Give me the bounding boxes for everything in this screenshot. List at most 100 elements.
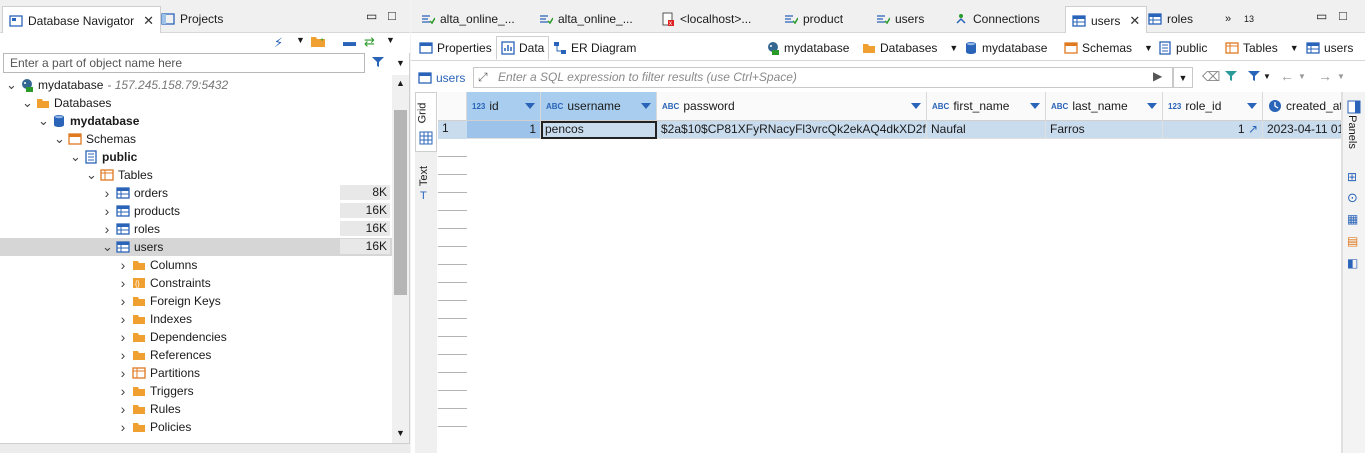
editor-tab-users[interactable]: users ✕ bbox=[1065, 6, 1148, 34]
sort-menu-icon[interactable] bbox=[1030, 103, 1040, 109]
editor-tab--localhost-[interactable]: x <localhost>... bbox=[655, 6, 757, 32]
tree-node-orders[interactable]: › orders bbox=[102, 184, 168, 202]
breadcrumb-databases[interactable]: Databases ▼ bbox=[862, 39, 958, 57]
view-menu-icon[interactable]: ▼ bbox=[386, 35, 395, 45]
tree-node-dependencies[interactable]: › Dependencies bbox=[118, 328, 227, 346]
references-icon[interactable]: ◧ bbox=[1347, 256, 1358, 270]
clear-filter-icon[interactable]: ⌫ bbox=[1202, 69, 1220, 85]
foreign-key-link-icon[interactable]: ↗ bbox=[1245, 122, 1258, 136]
editor-tab-roles[interactable]: roles bbox=[1142, 6, 1199, 32]
chevron-down-icon[interactable]: ⌄ bbox=[54, 131, 65, 147]
chevron-right-icon[interactable]: › bbox=[102, 221, 112, 237]
back-arrow-icon[interactable]: ← bbox=[1280, 68, 1294, 84]
tree-node-roles[interactable]: › roles bbox=[102, 220, 160, 238]
breadcrumb-tables[interactable]: Tables ▼ bbox=[1225, 39, 1299, 57]
chevron-right-icon[interactable]: › bbox=[118, 365, 128, 381]
apply-filter-icon[interactable]: ▶ bbox=[1153, 69, 1162, 83]
filter-icon[interactable] bbox=[371, 55, 385, 72]
filter-icon[interactable] bbox=[1247, 69, 1261, 86]
tree-node-rules[interactable]: › Rules bbox=[118, 400, 181, 418]
chevron-right-icon[interactable]: › bbox=[118, 401, 128, 417]
chevron-down-icon[interactable]: ⌄ bbox=[6, 77, 17, 93]
grid-cell-username[interactable]: pencos bbox=[541, 121, 657, 139]
link-editor-icon[interactable]: ⇄ bbox=[364, 34, 375, 50]
breadcrumb-public[interactable]: public bbox=[1158, 39, 1207, 57]
breadcrumb-mydatabase[interactable]: mydatabase bbox=[964, 39, 1047, 57]
editor-tab-users[interactable]: users bbox=[870, 6, 930, 32]
chevron-right-icon[interactable]: › bbox=[102, 203, 112, 219]
chevron-right-icon[interactable]: › bbox=[102, 185, 112, 201]
value-viewer-icon[interactable]: ⊞ bbox=[1347, 170, 1357, 184]
chevron-down-icon[interactable]: ⌄ bbox=[70, 149, 81, 165]
sort-menu-icon[interactable] bbox=[911, 103, 921, 109]
tree-node-tables[interactable]: ⌄ Tables bbox=[86, 166, 153, 184]
expand-icon[interactable]: ⤢ bbox=[478, 70, 488, 85]
sql-filter-input[interactable]: Enter a SQL expression to filter results… bbox=[473, 67, 1173, 88]
breadcrumb-schemas[interactable]: Schemas ▼ bbox=[1064, 39, 1153, 57]
chevron-right-icon[interactable]: › bbox=[118, 329, 128, 345]
tree-node-indexes[interactable]: › Indexes bbox=[118, 310, 192, 328]
tree-node-schemas[interactable]: ⌄ Schemas bbox=[54, 130, 136, 148]
maximize-icon[interactable]: □ bbox=[1339, 8, 1347, 23]
tree-node-public[interactable]: ⌄ public bbox=[70, 148, 137, 166]
column-header-username[interactable]: ABC username bbox=[541, 92, 657, 121]
editor-tab-alta-online-[interactable]: alta_online_... bbox=[533, 6, 639, 32]
collapse-all-icon[interactable]: ▬ bbox=[343, 34, 356, 49]
sub-tab-data[interactable]: Data bbox=[496, 36, 550, 60]
sort-menu-icon[interactable] bbox=[641, 103, 651, 109]
chevron-down-icon[interactable]: ⌄ bbox=[38, 113, 49, 129]
tab-projects[interactable]: Projects bbox=[155, 6, 229, 32]
grid-cell-first_name[interactable]: Naufal bbox=[927, 121, 1046, 139]
sort-menu-icon[interactable] bbox=[1247, 103, 1257, 109]
tree-node-constraints[interactable]: › {} Constraints bbox=[118, 274, 211, 292]
object-filter-input[interactable]: Enter a part of object name here bbox=[3, 53, 365, 73]
scroll-up-icon[interactable]: ▲ bbox=[396, 78, 405, 88]
tree-scrollbar-thumb[interactable] bbox=[394, 110, 407, 295]
column-header-password[interactable]: ABC password bbox=[657, 92, 927, 121]
tree-node-databases[interactable]: ⌄ Databases bbox=[22, 94, 111, 112]
chevron-right-icon[interactable]: › bbox=[118, 275, 128, 291]
sort-menu-icon[interactable] bbox=[525, 103, 535, 109]
breadcrumb-mydatabase[interactable]: mydatabase bbox=[766, 39, 849, 57]
chevron-down-icon[interactable]: ▼ bbox=[949, 43, 958, 53]
chevron-down-icon[interactable]: ⌄ bbox=[102, 239, 113, 255]
column-header-created_at[interactable]: created_at bbox=[1263, 92, 1341, 121]
row-header-corner[interactable] bbox=[438, 92, 467, 121]
tree-node-mydatabase[interactable]: ⌄ mydatabase bbox=[38, 112, 139, 130]
metadata-icon[interactable]: ⊙ bbox=[1347, 190, 1358, 206]
forward-arrow-icon[interactable]: → bbox=[1318, 68, 1332, 84]
chevron-right-icon[interactable]: › bbox=[118, 311, 128, 327]
chevron-right-icon[interactable]: › bbox=[118, 347, 128, 363]
tree-node-columns[interactable]: › Columns bbox=[118, 256, 198, 274]
maximize-icon[interactable]: □ bbox=[388, 8, 396, 23]
grid-cell-created_at[interactable]: 2023-04-11 01 bbox=[1263, 121, 1341, 139]
close-icon[interactable]: ✕ bbox=[1129, 13, 1140, 29]
chevron-down-icon[interactable]: ▼ bbox=[1298, 72, 1306, 81]
minimize-icon[interactable]: ▭ bbox=[366, 9, 377, 23]
scroll-down-icon[interactable]: ▼ bbox=[396, 428, 405, 438]
new-folder-icon[interactable]: + bbox=[310, 33, 326, 52]
chevron-right-icon[interactable]: › bbox=[118, 293, 128, 309]
chevron-down-icon[interactable]: ▼ bbox=[1263, 72, 1271, 81]
tree-node-users[interactable]: ⌄ users bbox=[102, 238, 163, 256]
grouping-icon[interactable]: ▤ bbox=[1347, 234, 1358, 248]
chevron-right-icon[interactable]: › bbox=[118, 383, 128, 399]
column-header-first_name[interactable]: ABC first_name bbox=[927, 92, 1046, 121]
chevron-down-icon[interactable]: ⌄ bbox=[22, 95, 33, 111]
grid-cell-id[interactable]: 1 bbox=[467, 121, 541, 139]
tree-node-policies[interactable]: › Policies bbox=[118, 418, 192, 436]
row-number[interactable]: 1 bbox=[438, 121, 467, 139]
chevron-down-icon[interactable]: ▼ bbox=[1290, 43, 1299, 53]
grid-cell-password[interactable]: $2a$10$CP81XFyRNacyFl3vrcQk2ekAQ4dkXD2fh… bbox=[657, 121, 927, 139]
column-header-role_id[interactable]: 123 role_id bbox=[1163, 92, 1263, 121]
sub-tab-properties[interactable]: Properties bbox=[415, 36, 496, 60]
breadcrumb-users[interactable]: users bbox=[1306, 39, 1353, 57]
minimize-icon[interactable]: ▭ bbox=[1316, 9, 1327, 23]
calc-icon[interactable]: ▦ bbox=[1347, 212, 1358, 226]
sort-menu-icon[interactable] bbox=[1147, 103, 1157, 109]
tree-node-triggers[interactable]: › Triggers bbox=[118, 382, 194, 400]
sub-tab-er-diagram[interactable]: ER Diagram bbox=[549, 36, 640, 60]
tree-node-mydatabase[interactable]: ⌄ mydatabase - 157.245.158.79:5432 bbox=[6, 76, 228, 94]
grid-cell-last_name[interactable]: Farros bbox=[1046, 121, 1163, 139]
chevron-right-icon[interactable]: › bbox=[118, 419, 128, 435]
